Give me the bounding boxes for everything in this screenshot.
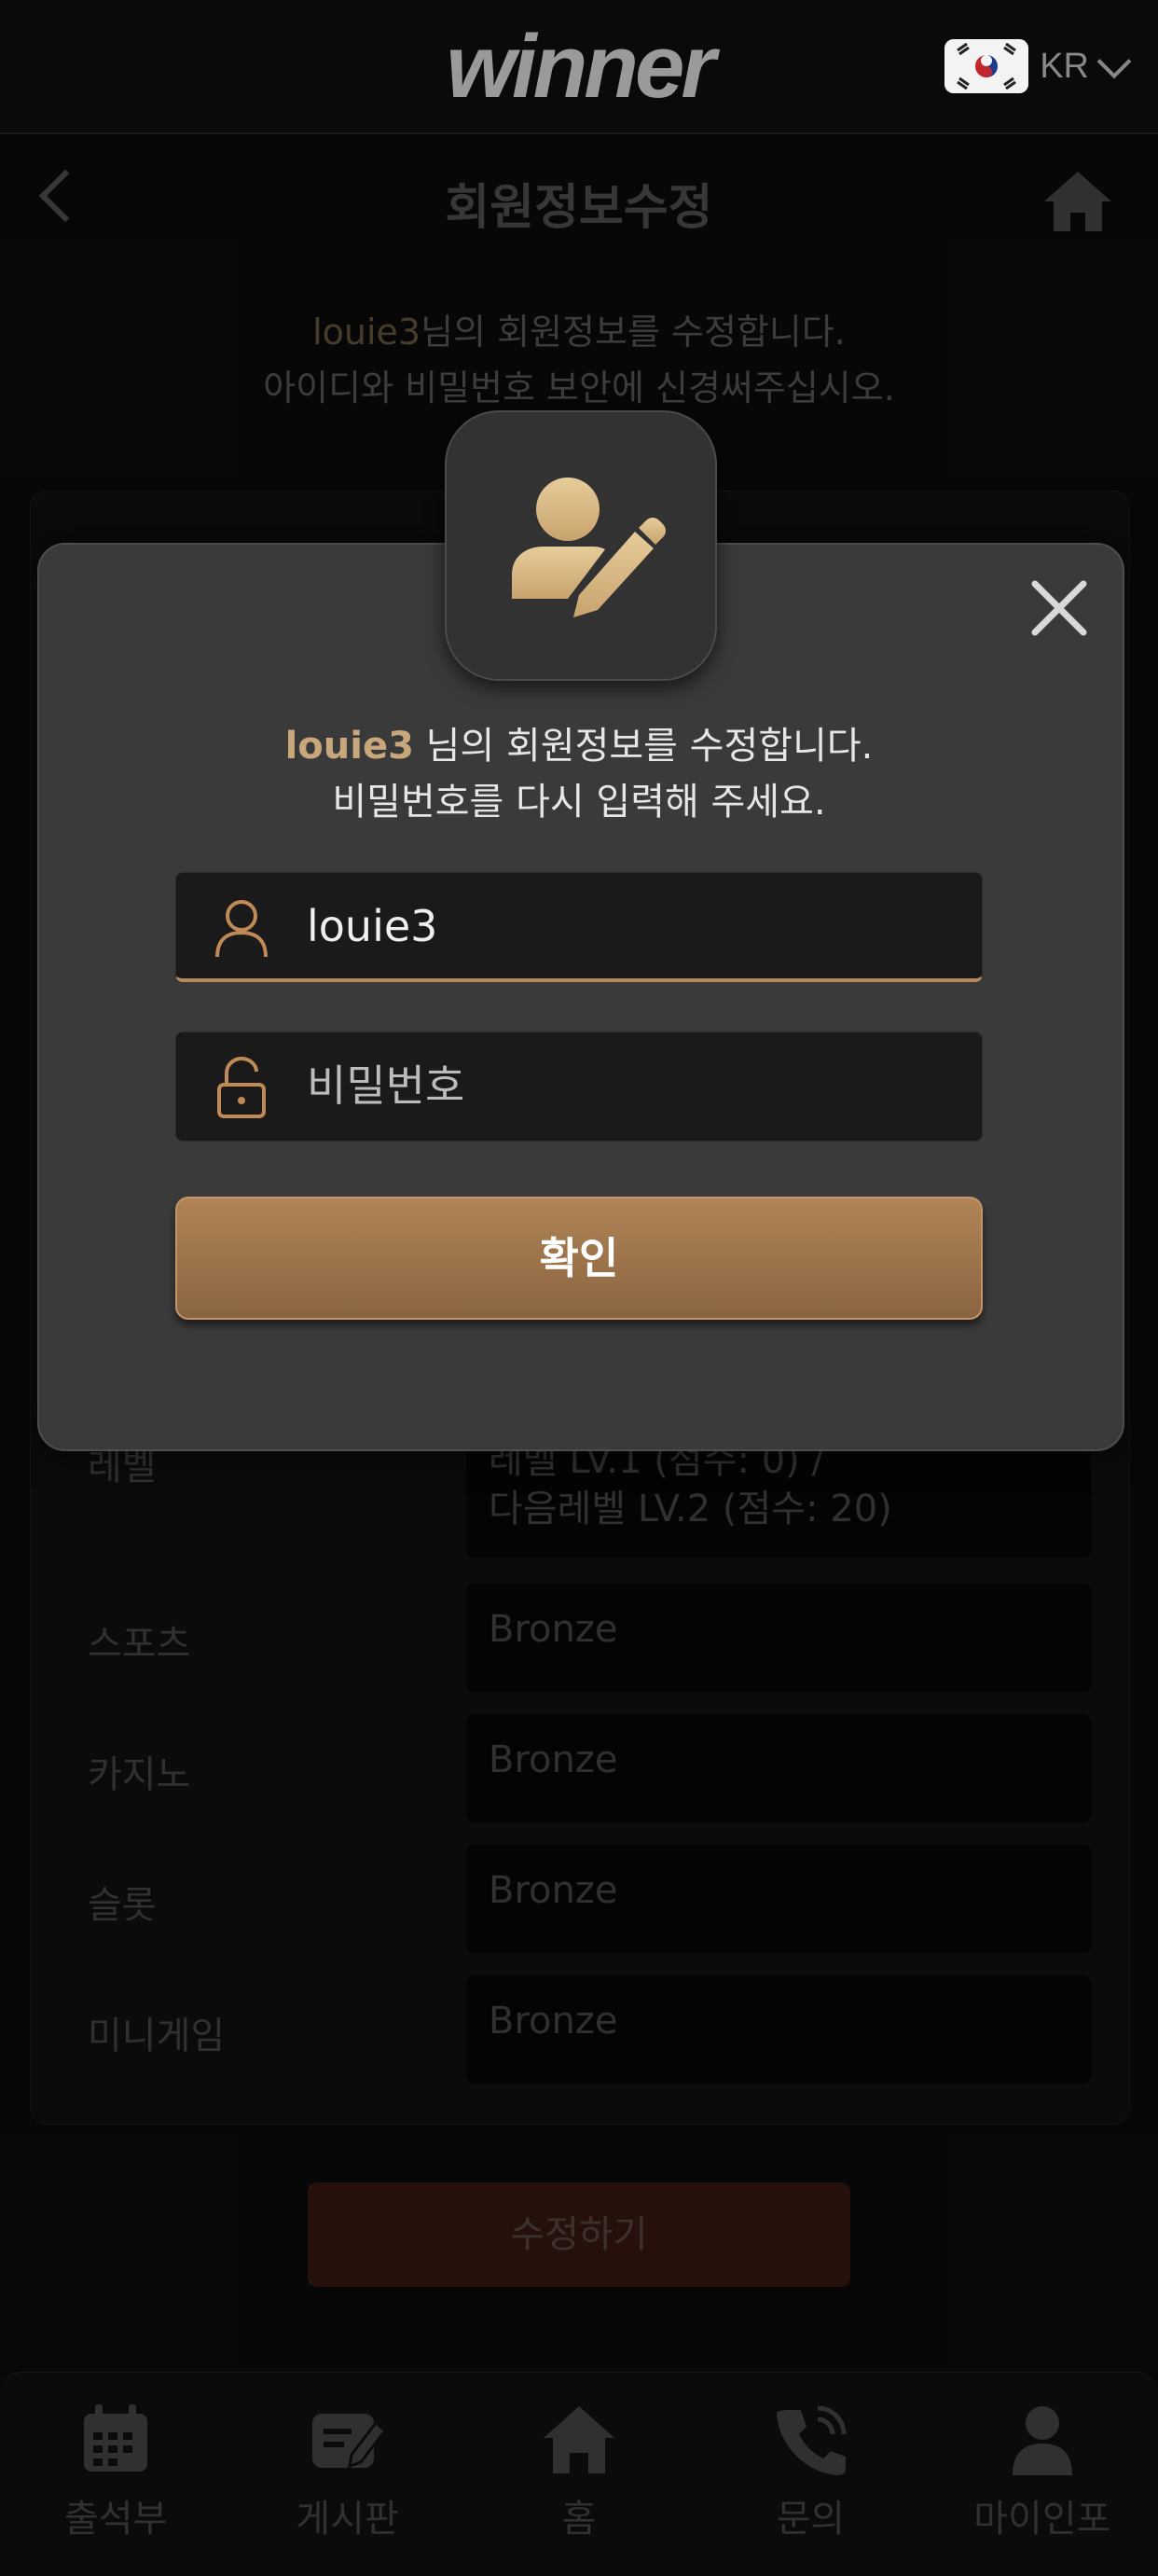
modal-line2: 비밀번호를 다시 입력해 주세요. [332, 781, 826, 824]
password-input[interactable] [305, 1032, 961, 1139]
top-bar: winner KR [0, 0, 1158, 134]
unlock-icon [217, 1057, 266, 1118]
language-selector[interactable]: KR [944, 37, 1132, 95]
password-field [175, 1032, 983, 1142]
korea-flag-icon [944, 39, 1029, 93]
user-edit-badge [445, 410, 717, 681]
username-field [175, 872, 983, 982]
close-icon[interactable] [1029, 578, 1089, 638]
user-edit-icon [512, 478, 666, 617]
user-outline-icon [215, 900, 268, 958]
modal-line1: 님의 회원정보를 수정합니다. [413, 725, 874, 768]
modal-username: louie3 [284, 725, 414, 768]
chevron-down-icon [1096, 44, 1132, 79]
language-code: KR [1040, 46, 1089, 86]
modal-message: louie3 님의 회원정보를 수정합니다. 비밀번호를 다시 입력해 주세요. [37, 718, 1121, 830]
confirm-button[interactable]: 확인 [175, 1197, 983, 1320]
username-input[interactable] [305, 873, 961, 979]
